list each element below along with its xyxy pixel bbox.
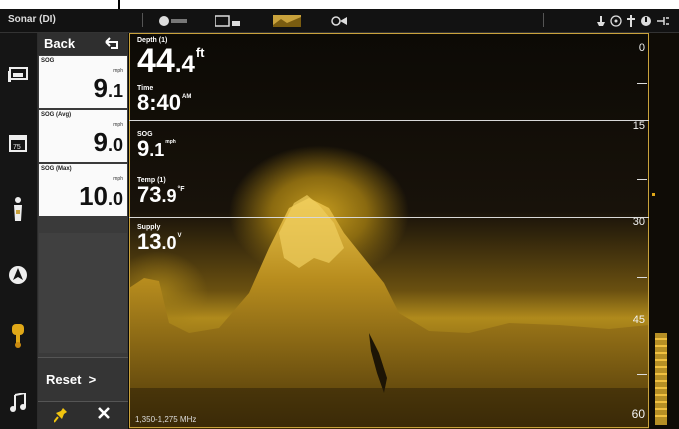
readout-value: 9.1mph — [137, 136, 176, 161]
app-title: Sonar (DI) — [8, 14, 56, 25]
depth-tick — [637, 179, 647, 180]
fish-alarm-icon[interactable] — [330, 14, 348, 27]
steering-icon[interactable] — [610, 14, 622, 27]
sog-readout: SOG 9.1mph — [137, 131, 176, 160]
depth-label-45: 45 — [632, 314, 645, 326]
readout-value: 13.0V — [137, 229, 182, 254]
depth-scale-bar — [649, 33, 679, 429]
screens-icon[interactable] — [6, 63, 30, 87]
readout-value: 44.4ft — [137, 42, 205, 80]
empty-slot — [39, 233, 127, 353]
depth-readout: Depth (1) 44.4ft — [137, 37, 205, 78]
back-label: Back — [44, 36, 76, 51]
depth-tick — [637, 83, 647, 84]
transducer-icon[interactable] — [656, 14, 670, 27]
time-readout: Time 8:40AM — [137, 85, 191, 114]
depth-label-15: 15 — [632, 120, 645, 132]
depth-label-0: 0 — [638, 42, 645, 54]
stat-label: SOG (Avg) — [41, 112, 72, 118]
power-icon[interactable] — [640, 14, 652, 27]
back-button[interactable]: Back — [38, 33, 128, 55]
readout-value: 73.9°F — [137, 182, 185, 207]
calendar-icon[interactable]: 75 — [6, 131, 30, 155]
side-panel: Back SOG mph 9.1 SOG (Avg) mph 9.0 SOG (… — [38, 33, 128, 429]
depth-tick — [637, 374, 647, 375]
back-arrow-icon — [102, 34, 122, 57]
navigation-icon[interactable] — [6, 263, 30, 287]
stat-value: 9.1 — [93, 73, 123, 103]
depth-tick — [637, 277, 647, 278]
anchor-icon[interactable] — [627, 14, 635, 27]
stat-label: SOG (Max) — [41, 166, 72, 172]
depth-label-30: 30 — [632, 216, 645, 228]
divider — [543, 13, 544, 27]
sonar-returns — [129, 195, 649, 429]
sonar-chart-icon[interactable] — [273, 14, 301, 27]
panel-bottom-bar — [38, 401, 128, 429]
stat-value: 10.0 — [79, 181, 123, 211]
pin-icon[interactable] — [53, 407, 68, 426]
transducer-icon[interactable] — [6, 323, 30, 348]
top-bar: Sonar (DI) — [0, 9, 679, 33]
grid-icon[interactable] — [215, 14, 241, 27]
stat-label: SOG — [41, 58, 55, 64]
sonar-screen: Sonar (DI) 75 Back SOG mph 9.1 SOG (Avg)… — [0, 9, 679, 429]
divider — [129, 120, 649, 121]
stat-sog[interactable]: SOG mph 9.1 — [39, 56, 127, 108]
stat-sog-max[interactable]: SOG (Max) mph 10.0 — [39, 164, 127, 216]
frequency-label: 1,350-1,275 MHz — [135, 415, 197, 424]
music-icon[interactable] — [6, 391, 30, 415]
temp-readout: Temp (1) 73.9°F — [137, 177, 185, 206]
close-icon[interactable] — [98, 406, 110, 423]
svg-text:75: 75 — [13, 144, 21, 151]
angler-icon[interactable] — [6, 197, 30, 221]
reset-button[interactable]: Reset > — [38, 357, 128, 402]
sonar-view[interactable] — [129, 33, 679, 429]
boat-icon[interactable] — [596, 14, 606, 27]
readout-value: 8:40AM — [137, 90, 192, 115]
divider — [142, 13, 143, 27]
reset-label: Reset > — [46, 372, 97, 387]
supply-readout: Supply 13.0V — [137, 224, 182, 253]
depth-label-60: 60 — [631, 407, 645, 421]
stat-sog-avg[interactable]: SOG (Avg) mph 9.0 — [39, 110, 127, 162]
wind-icon[interactable] — [158, 14, 188, 27]
divider — [129, 217, 649, 218]
stat-value: 9.0 — [93, 127, 123, 157]
left-rail: 75 — [0, 33, 38, 429]
